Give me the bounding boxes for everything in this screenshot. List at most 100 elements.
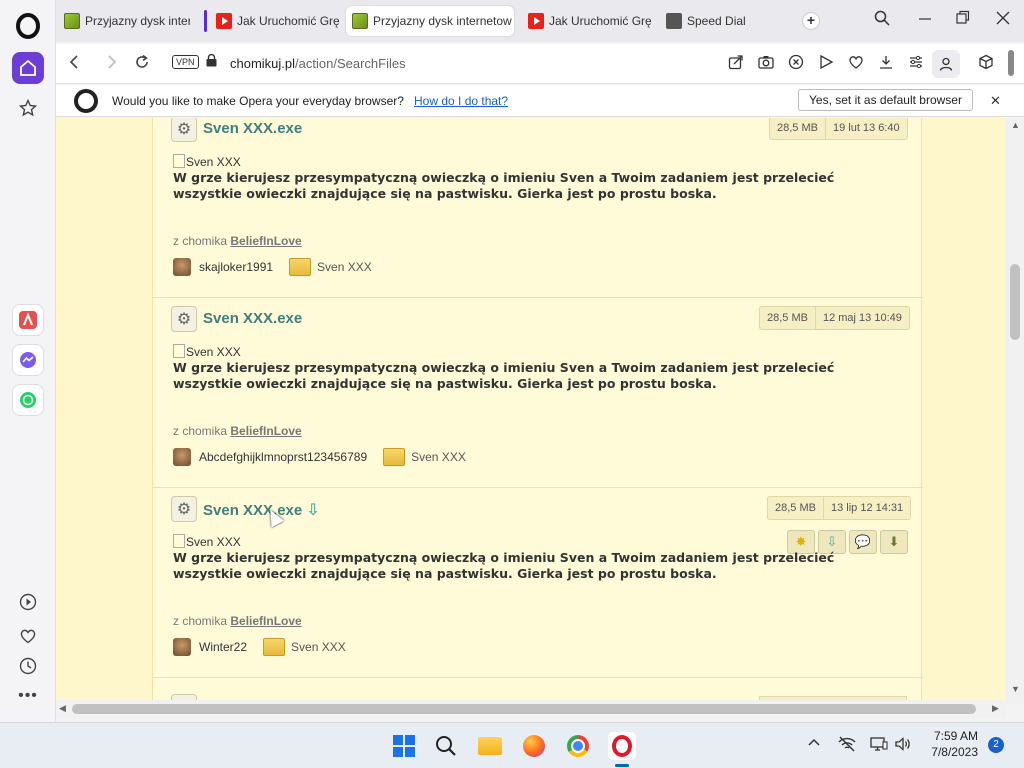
source-label: z chomika	[173, 614, 228, 628]
tab-youtube-2[interactable]: Jak Uruchomić Grę	[522, 6, 654, 36]
folder-name-link[interactable]: Sven XXX	[317, 260, 372, 274]
set-default-button[interactable]: Yes, set it as default browser	[798, 89, 973, 111]
owner-avatar-icon[interactable]	[173, 448, 191, 466]
aria-app-icon[interactable]	[12, 304, 44, 336]
file-size: 28,5 MB	[767, 312, 808, 324]
notification-count-badge[interactable]: 2	[988, 737, 1004, 753]
folder-name-link[interactable]: Sven XXX	[291, 640, 346, 654]
search-results: ⚙ Sven XXX.exe 28,5 MB 19 lut 13 6:40 Sv…	[152, 118, 923, 704]
file-explorer-icon[interactable]	[476, 732, 504, 760]
player-icon[interactable]	[12, 586, 44, 618]
tab-speed-dial[interactable]: Speed Dial	[660, 6, 792, 36]
horizontal-scroll-thumb[interactable]	[72, 704, 976, 714]
file-title-text: Sven XXX.exe	[203, 502, 303, 519]
forward-icon[interactable]	[104, 54, 118, 75]
close-icon[interactable]: ✕	[990, 93, 1001, 109]
folder-name-link[interactable]: Sven XXX	[411, 450, 466, 464]
pinboards-heart-icon[interactable]	[12, 620, 44, 652]
more-options-icon[interactable]: •••	[12, 680, 44, 712]
snapshot-camera-icon[interactable]	[758, 54, 774, 74]
owner-name-link[interactable]: Winter22	[199, 640, 247, 654]
file-owner: Winter22 Sven XXX	[173, 638, 346, 656]
source-user-link[interactable]: BeliefInLove	[230, 234, 301, 248]
clock-date: 7/8/2023	[931, 745, 978, 759]
file-title-link[interactable]: Sven XXX.exe	[203, 310, 302, 327]
tab-youtube-1[interactable]: Jak Uruchomić Grę	[210, 6, 342, 36]
network-offline-icon[interactable]	[838, 736, 856, 755]
url-domain: chomikuj.pl	[230, 56, 296, 71]
start-windows-icon[interactable]	[390, 732, 418, 760]
source-user-link[interactable]: BeliefInLove	[230, 424, 301, 438]
tray-chevron-up-icon[interactable]	[808, 736, 820, 752]
file-meta: 28,5 MB 13 lip 12 14:31	[767, 496, 912, 520]
url-field[interactable]: chomikuj.pl/action/SearchFiles	[230, 56, 406, 71]
display-icon[interactable]	[870, 736, 888, 755]
chrome-icon[interactable]	[564, 732, 592, 760]
youtube-favicon-icon	[528, 13, 544, 29]
file-date: 13 lip 12 14:31	[822, 497, 910, 519]
firefox-icon[interactable]	[520, 732, 548, 760]
whatsapp-icon[interactable]	[12, 384, 44, 416]
folder-icon	[383, 448, 406, 466]
ad-blocker-icon[interactable]	[788, 54, 804, 74]
volume-icon[interactable]	[894, 736, 912, 755]
tab-chomikuj-active[interactable]: Przyjazny dysk internetow	[346, 6, 514, 36]
heart-icon[interactable]	[848, 54, 864, 74]
home-icon[interactable]	[12, 52, 44, 84]
horizontal-scrollbar[interactable]: ◀ ▶	[56, 700, 1006, 718]
opera-logo-icon[interactable]	[14, 12, 42, 40]
reload-icon[interactable]	[134, 54, 150, 75]
back-icon[interactable]	[68, 54, 82, 75]
owner-avatar-icon[interactable]	[173, 638, 191, 656]
messenger-icon[interactable]	[12, 344, 44, 376]
scroll-left-arrow-icon[interactable]: ◀	[59, 703, 66, 714]
tab-label: Jak Uruchomić Grę	[237, 14, 340, 28]
tab-strip: Przyjazny dysk intern Jak Uruchomić Grę …	[56, 0, 1024, 42]
opera-taskbar-icon[interactable]	[608, 732, 636, 760]
tab-search-icon[interactable]	[874, 10, 890, 31]
vertical-scrollbar[interactable]: ▲ ▼	[1006, 118, 1024, 704]
folder-icon	[263, 638, 286, 656]
vertical-scroll-thumb[interactable]	[1010, 264, 1020, 340]
bookmarks-star-icon[interactable]	[12, 92, 44, 124]
profile-icon[interactable]	[932, 50, 960, 78]
file-title-link[interactable]: Sven XXX.exe	[203, 120, 302, 137]
scroll-right-arrow-icon[interactable]: ▶	[992, 703, 999, 714]
chomikuj-favicon-icon	[352, 13, 368, 29]
file-meta: 28,5 MB 12 maj 13 10:49	[759, 306, 910, 330]
taskbar-search-icon[interactable]	[432, 732, 460, 760]
infobar-message: Would you like to make Opera your everyd…	[112, 94, 404, 108]
file-image-alt: Sven XXX	[173, 534, 241, 549]
download-icon[interactable]	[878, 54, 894, 74]
scroll-down-arrow-icon[interactable]: ▼	[1011, 684, 1020, 694]
page-viewport: ⚙ Sven XXX.exe 28,5 MB 19 lut 13 6:40 Sv…	[56, 118, 1006, 704]
source-user-link[interactable]: BeliefInLove	[230, 614, 301, 628]
restore-icon[interactable]	[956, 10, 970, 31]
vpn-badge[interactable]: VPN	[172, 55, 199, 69]
owner-name-link[interactable]: Abcdefghijklmnoprst123456789	[199, 450, 367, 464]
how-do-i-link[interactable]: How do I do that?	[414, 94, 508, 108]
lock-icon[interactable]	[206, 53, 217, 70]
easy-setup-icon[interactable]	[908, 54, 924, 74]
exe-gear-icon: ⚙	[171, 496, 197, 522]
tab-chomikuj-1[interactable]: Przyjazny dysk intern	[58, 6, 190, 36]
file-description: W grze kierujesz przesympatyczną owieczk…	[173, 170, 835, 201]
file-title-link[interactable]: Sven XXX.exe ⇩	[203, 500, 320, 520]
owner-name-link[interactable]: skajloker1991	[199, 260, 273, 274]
owner-avatar-icon[interactable]	[173, 258, 191, 276]
file-description: W grze kierujesz przesympatyczną owieczk…	[173, 550, 835, 581]
download-arrow-icon[interactable]: ⇩	[306, 500, 319, 520]
source-label: z chomika	[173, 234, 228, 248]
share-icon[interactable]	[728, 54, 744, 74]
minimize-icon[interactable]	[918, 10, 932, 31]
extensions-cube-icon[interactable]	[978, 54, 994, 74]
address-bar: VPN chomikuj.pl/action/SearchFiles	[56, 44, 1024, 84]
file-date: 12 maj 13 10:49	[814, 307, 909, 329]
taskbar-clock[interactable]: 7:59 AM 7/8/2023	[920, 728, 978, 760]
new-tab-plus-icon[interactable]: +	[802, 12, 820, 30]
history-clock-icon[interactable]	[12, 650, 44, 682]
scroll-up-arrow-icon[interactable]: ▲	[1011, 120, 1020, 130]
close-window-icon[interactable]	[996, 10, 1010, 31]
windows-taskbar: 7:59 AM 7/8/2023 2	[0, 722, 1024, 768]
send-icon[interactable]	[818, 54, 834, 74]
